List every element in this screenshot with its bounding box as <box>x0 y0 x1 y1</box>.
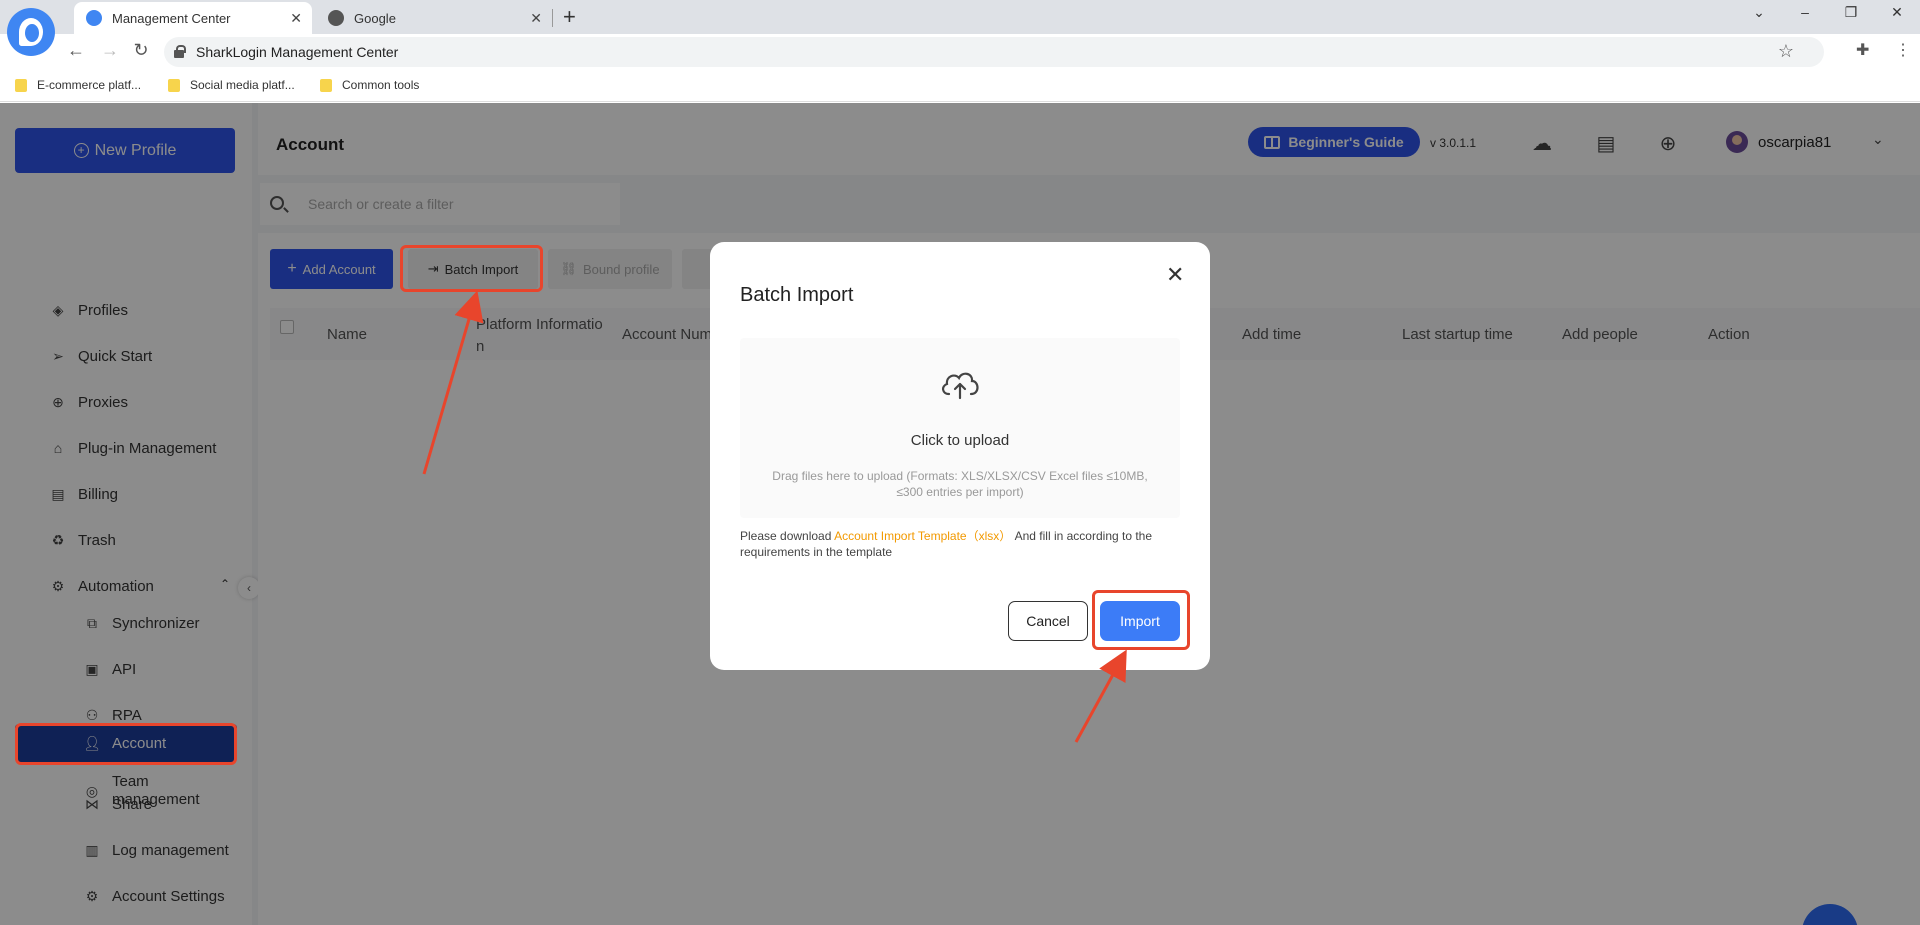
bookmark-star-icon[interactable]: ☆ <box>1778 41 1794 62</box>
restore-icon[interactable]: ❐ <box>1836 4 1866 21</box>
tab-close-icon[interactable]: ✕ <box>530 10 542 27</box>
back-icon[interactable]: ← <box>64 40 88 61</box>
tab-management-center[interactable]: Management Center ✕ <box>74 2 312 34</box>
bookmark-label: Social media platf... <box>190 78 295 92</box>
tab-search-chevron-icon[interactable]: ⌄ <box>1744 4 1774 21</box>
bookmarks-bar: E-commerce platf... Social media platf..… <box>0 70 1920 102</box>
template-note: Please download Account Import Template（… <box>740 528 1180 560</box>
template-download-link[interactable]: Account Import Template（xlsx） <box>834 529 1011 543</box>
folder-icon <box>15 78 27 92</box>
sharklogin-browser-logo <box>7 8 55 56</box>
reload-icon[interactable]: ↻ <box>129 40 153 61</box>
tab-divider <box>552 9 553 27</box>
annotation-highlight-batch-import <box>400 245 543 292</box>
note-prefix: Please download <box>740 529 832 543</box>
dialog-title: Batch Import <box>740 284 854 306</box>
new-tab-icon[interactable]: + <box>563 4 576 30</box>
annotation-highlight-import <box>1092 590 1190 650</box>
globe-favicon-icon <box>328 10 344 26</box>
folder-icon <box>168 78 180 92</box>
tab-close-icon[interactable]: ✕ <box>290 10 302 27</box>
window-close-icon[interactable]: ✕ <box>1882 4 1912 21</box>
tab-google[interactable]: Google ✕ <box>316 2 552 34</box>
bookmark-social-media[interactable]: Social media platf... <box>168 78 295 92</box>
bookmark-label: Common tools <box>342 78 420 92</box>
cloud-upload-icon <box>942 372 979 400</box>
bookmark-common-tools[interactable]: Common tools <box>320 78 419 92</box>
browser-toolbar: ← → ↻ SharkLogin Management Center ☆ ✚ ⋮ <box>0 34 1920 70</box>
bookmark-label: E-commerce platf... <box>37 78 142 92</box>
cancel-button[interactable]: Cancel <box>1008 601 1088 641</box>
tab-title: Google <box>354 10 396 26</box>
sharklogin-favicon-icon <box>86 10 102 26</box>
upload-hint: Drag files here to upload (Formats: XLS/… <box>772 469 1148 499</box>
close-icon[interactable]: ✕ <box>1166 262 1184 288</box>
upload-dropzone[interactable]: Click to upload Drag files here to uploa… <box>740 338 1180 518</box>
address-text: SharkLogin Management Center <box>196 44 399 60</box>
upload-title: Click to upload <box>910 432 1010 449</box>
browser-tab-strip: Management Center ✕ Google ✕ + ⌄ – ❐ ✕ <box>0 0 1920 34</box>
browser-menu-icon[interactable]: ⋮ <box>1895 40 1911 60</box>
minimize-icon[interactable]: – <box>1790 4 1820 20</box>
tab-title: Management Center <box>112 10 231 26</box>
folder-icon <box>320 78 332 92</box>
forward-icon[interactable]: → <box>98 40 122 61</box>
address-bar[interactable]: SharkLogin Management Center ☆ <box>164 37 1824 67</box>
bookmark-ecommerce[interactable]: E-commerce platf... <box>15 78 141 92</box>
annotation-highlight-account <box>15 723 237 765</box>
lock-icon <box>174 45 186 58</box>
extensions-puzzle-icon[interactable]: ✚ <box>1856 40 1869 60</box>
